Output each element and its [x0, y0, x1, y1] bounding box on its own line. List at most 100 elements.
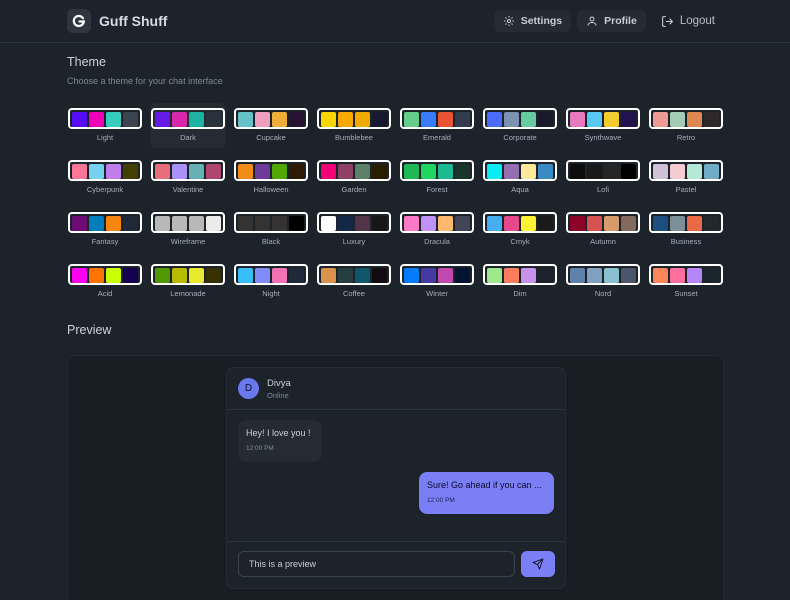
theme-option-lemonade[interactable]: Lemonade: [150, 259, 226, 304]
theme-swatches: [234, 160, 308, 181]
theme-name: Emerald: [423, 133, 451, 142]
color-swatch: [587, 112, 602, 127]
settings-label: Settings: [520, 15, 563, 27]
theme-option-luxury[interactable]: Luxury: [316, 207, 392, 252]
theme-option-wireframe[interactable]: Wireframe: [150, 207, 226, 252]
theme-option-autumn[interactable]: Autumn: [565, 207, 641, 252]
incoming-message: Hey! I love you ! 12:00 PM: [238, 420, 322, 462]
theme-name: Bumblebee: [335, 133, 373, 142]
theme-option-sunset[interactable]: Sunset: [648, 259, 724, 304]
theme-option-garden[interactable]: Garden: [316, 155, 392, 200]
theme-name: Winter: [426, 289, 448, 298]
color-swatch: [687, 112, 702, 127]
color-swatch: [438, 268, 453, 283]
color-swatch: [538, 112, 553, 127]
theme-option-corporate[interactable]: Corporate: [482, 103, 558, 148]
theme-option-night[interactable]: Night: [233, 259, 309, 304]
theme-option-light[interactable]: Light: [67, 103, 143, 148]
theme-swatches: [483, 264, 557, 285]
theme-option-bumblebee[interactable]: Bumblebee: [316, 103, 392, 148]
theme-option-cyberpunk[interactable]: Cyberpunk: [67, 155, 143, 200]
color-swatch: [89, 164, 104, 179]
theme-name: Corporate: [503, 133, 537, 142]
color-swatch: [289, 268, 304, 283]
color-swatch: [587, 268, 602, 283]
color-swatch: [570, 268, 585, 283]
color-swatch: [106, 268, 121, 283]
color-swatch: [172, 164, 187, 179]
color-swatch: [521, 216, 536, 231]
color-swatch: [338, 268, 353, 283]
theme-option-business[interactable]: Business: [648, 207, 724, 252]
color-swatch: [455, 268, 470, 283]
theme-swatches: [151, 108, 225, 129]
color-swatch: [289, 164, 304, 179]
theme-option-emerald[interactable]: Emerald: [399, 103, 475, 148]
theme-option-halloween[interactable]: Halloween: [233, 155, 309, 200]
theme-name: Retro: [676, 133, 696, 142]
theme-name: Acid: [97, 289, 113, 298]
theme-option-dim[interactable]: Dim: [482, 259, 558, 304]
theme-name: Night: [262, 289, 280, 298]
settings-button[interactable]: Settings: [493, 10, 572, 32]
color-swatch: [72, 268, 87, 283]
message-input[interactable]: [238, 551, 515, 577]
brand-link[interactable]: Guff Shuff: [67, 9, 167, 33]
theme-option-valentine[interactable]: Valentine: [150, 155, 226, 200]
color-swatch: [106, 216, 121, 231]
theme-option-dark[interactable]: Dark: [150, 103, 226, 148]
theme-swatches: [400, 160, 474, 181]
theme-option-black[interactable]: Black: [233, 207, 309, 252]
theme-swatches: [68, 160, 142, 181]
theme-swatches: [400, 264, 474, 285]
color-swatch: [355, 112, 370, 127]
logout-label: Logout: [679, 15, 715, 27]
theme-swatches: [649, 264, 723, 285]
theme-name: Coffee: [343, 289, 365, 298]
theme-swatches: [317, 160, 391, 181]
theme-swatches: [649, 160, 723, 181]
theme-option-pastel[interactable]: Pastel: [648, 155, 724, 200]
theme-option-forest[interactable]: Forest: [399, 155, 475, 200]
preview-panel: D Divya Online Hey! I love you ! 12:00 P…: [67, 355, 724, 600]
theme-option-retro[interactable]: Retro: [648, 103, 724, 148]
color-swatch: [604, 216, 619, 231]
theme-option-acid[interactable]: Acid: [67, 259, 143, 304]
color-swatch: [155, 112, 170, 127]
theme-option-synthwave[interactable]: Synthwave: [565, 103, 641, 148]
logout-button[interactable]: Logout: [652, 10, 724, 32]
color-swatch: [653, 268, 668, 283]
color-swatch: [255, 164, 270, 179]
theme-name: Halloween: [253, 185, 289, 194]
theme-option-lofi[interactable]: Lofi: [565, 155, 641, 200]
color-swatch: [455, 112, 470, 127]
theme-swatches: [566, 264, 640, 285]
theme-swatches: [400, 108, 474, 129]
send-button[interactable]: [521, 551, 555, 577]
color-swatch: [487, 112, 502, 127]
color-swatch: [206, 164, 221, 179]
color-swatch: [189, 216, 204, 231]
theme-option-cupcake[interactable]: Cupcake: [233, 103, 309, 148]
theme-option-aqua[interactable]: Aqua: [482, 155, 558, 200]
app-logo-icon: [67, 9, 91, 33]
theme-option-fantasy[interactable]: Fantasy: [67, 207, 143, 252]
theme-option-coffee[interactable]: Coffee: [316, 259, 392, 304]
theme-option-winter[interactable]: Winter: [399, 259, 475, 304]
theme-option-cmyk[interactable]: Cmyk: [482, 207, 558, 252]
profile-button[interactable]: Profile: [577, 10, 646, 32]
theme-option-dracula[interactable]: Dracula: [399, 207, 475, 252]
color-swatch: [89, 112, 104, 127]
color-swatch: [504, 164, 519, 179]
color-swatch: [487, 216, 502, 231]
avatar: D: [238, 378, 259, 399]
color-swatch: [538, 268, 553, 283]
color-swatch: [570, 216, 585, 231]
color-swatch: [272, 164, 287, 179]
theme-name: Sunset: [674, 289, 698, 298]
theme-option-nord[interactable]: Nord: [565, 259, 641, 304]
color-swatch: [338, 164, 353, 179]
color-swatch: [206, 216, 221, 231]
color-swatch: [255, 112, 270, 127]
contact-name: Divya: [267, 377, 291, 389]
